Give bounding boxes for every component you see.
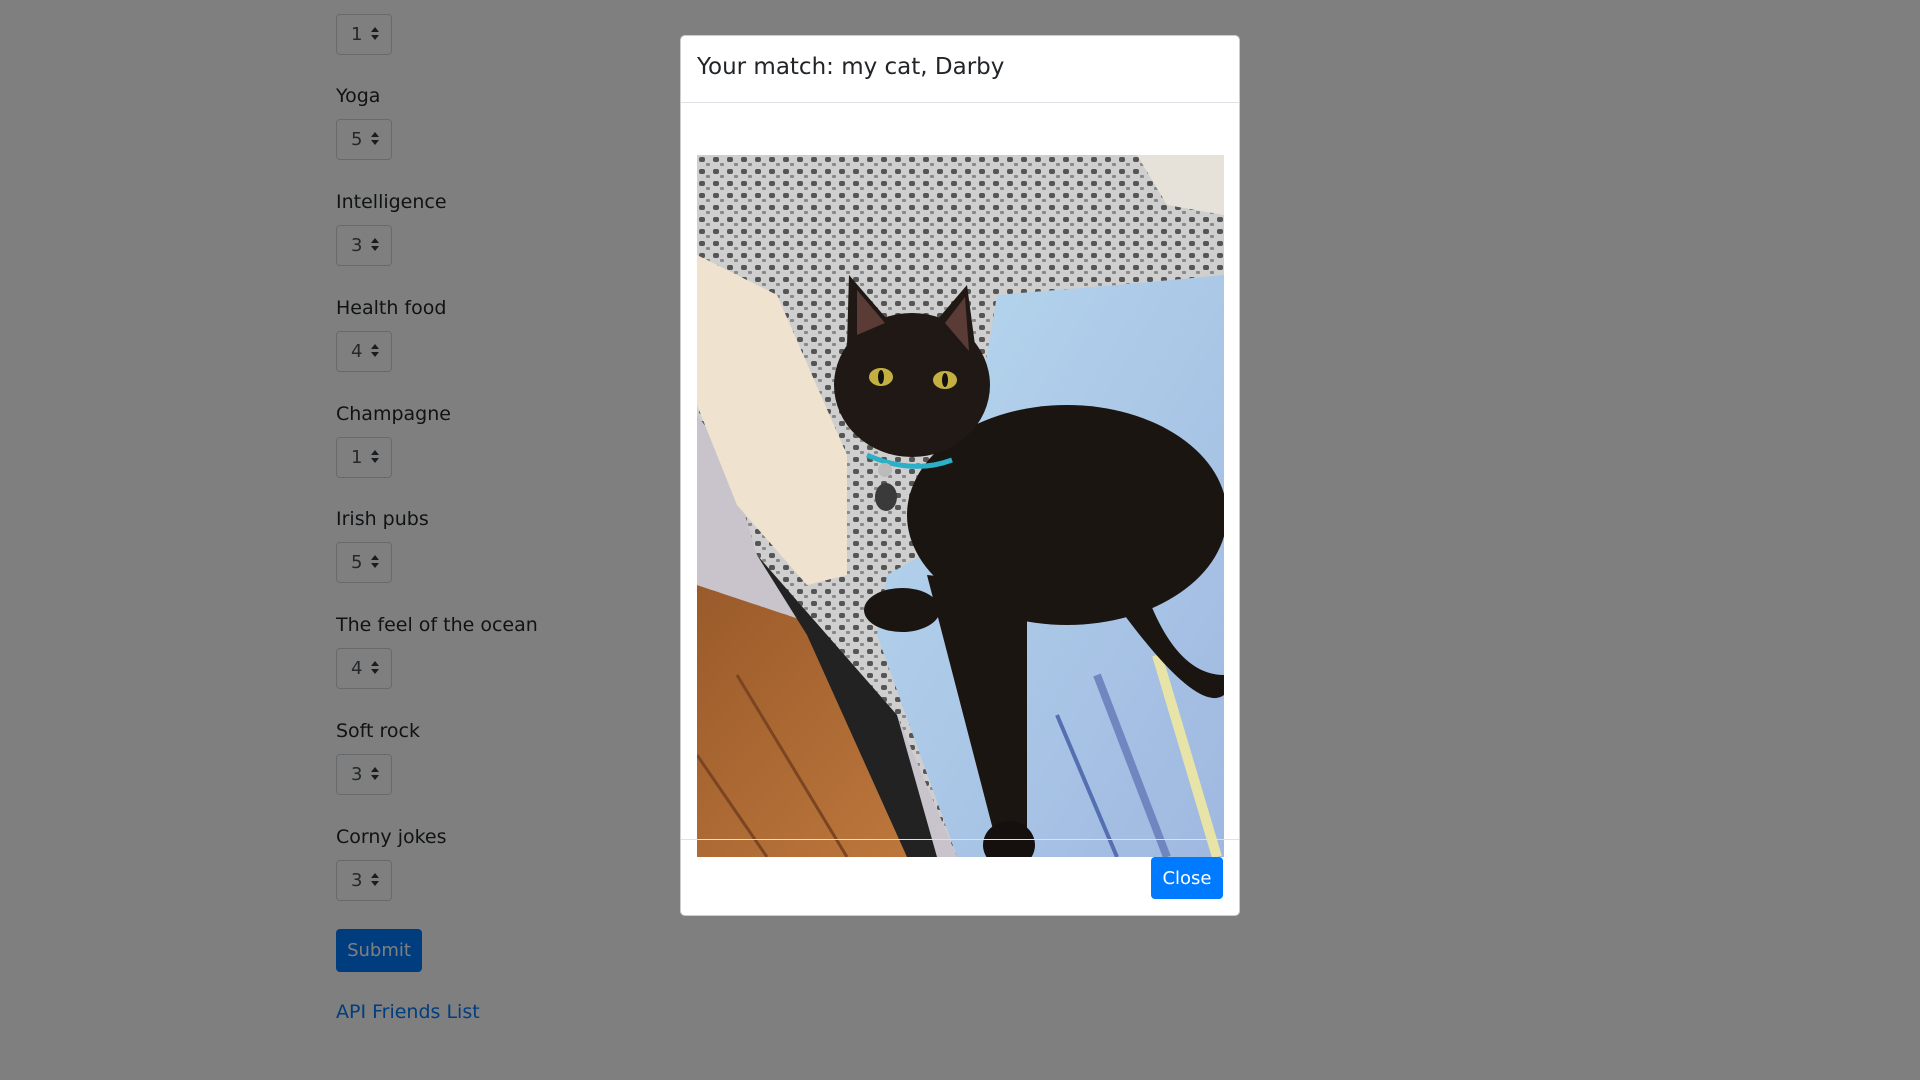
modal-header: Your match: my cat, Darby xyxy=(681,36,1239,103)
close-button[interactable]: Close xyxy=(1151,857,1223,899)
match-modal: Your match: my cat, Darby Close xyxy=(680,35,1240,916)
modal-footer: Close xyxy=(681,839,1239,915)
cat-photo-image xyxy=(697,155,1224,857)
modal-title: Your match: my cat, Darby xyxy=(697,54,1005,80)
modal-body xyxy=(681,103,1239,874)
cat-photo xyxy=(697,155,1224,857)
